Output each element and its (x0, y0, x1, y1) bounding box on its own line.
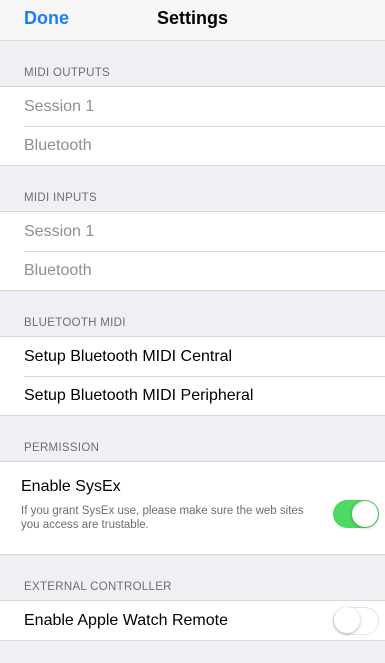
navigation-bar: Done Settings (0, 0, 385, 41)
section-header-bluetooth-midi: BLUETOOTH MIDI (24, 317, 126, 329)
external-controller-group: Enable Apple Watch Remote (0, 600, 385, 641)
permission-group: Enable SysEx If you grant SysEx use, ple… (0, 461, 385, 555)
enable-sysex-row: Enable SysEx If you grant SysEx use, ple… (0, 462, 385, 554)
setup-bluetooth-peripheral-row[interactable]: Setup Bluetooth MIDI Peripheral (0, 376, 385, 415)
apple-watch-remote-switch[interactable] (333, 606, 379, 635)
apple-watch-remote-row: Enable Apple Watch Remote (0, 601, 385, 640)
apple-watch-remote-label: Enable Apple Watch Remote (24, 611, 228, 629)
midi-output-bluetooth[interactable]: Bluetooth (0, 126, 385, 165)
midi-output-session-1[interactable]: Session 1 (0, 87, 385, 126)
section-header-midi-outputs: MIDI OUTPUTS (24, 67, 111, 79)
section-header-external-controller: EXTERNAL CONTROLLER (24, 581, 172, 593)
midi-input-bluetooth[interactable]: Bluetooth (0, 251, 385, 290)
enable-sysex-switch[interactable] (333, 500, 379, 528)
section-header-permission: PERMISSION (24, 442, 100, 454)
bluetooth-midi-group: Setup Bluetooth MIDI Central Setup Bluet… (0, 336, 385, 416)
switch-knob (334, 607, 360, 633)
enable-sysex-label: Enable SysEx (21, 478, 121, 495)
midi-inputs-group: Session 1 Bluetooth (0, 211, 385, 291)
setup-bluetooth-central-row[interactable]: Setup Bluetooth MIDI Central (0, 337, 385, 376)
switch-knob (352, 501, 378, 527)
section-header-midi-inputs: MIDI INPUTS (24, 192, 97, 204)
midi-input-session-1[interactable]: Session 1 (0, 212, 385, 251)
midi-outputs-group: Session 1 Bluetooth (0, 86, 385, 166)
page-title: Settings (156, 8, 228, 28)
sysex-description: If you grant SysEx use, please make sure… (21, 505, 304, 531)
